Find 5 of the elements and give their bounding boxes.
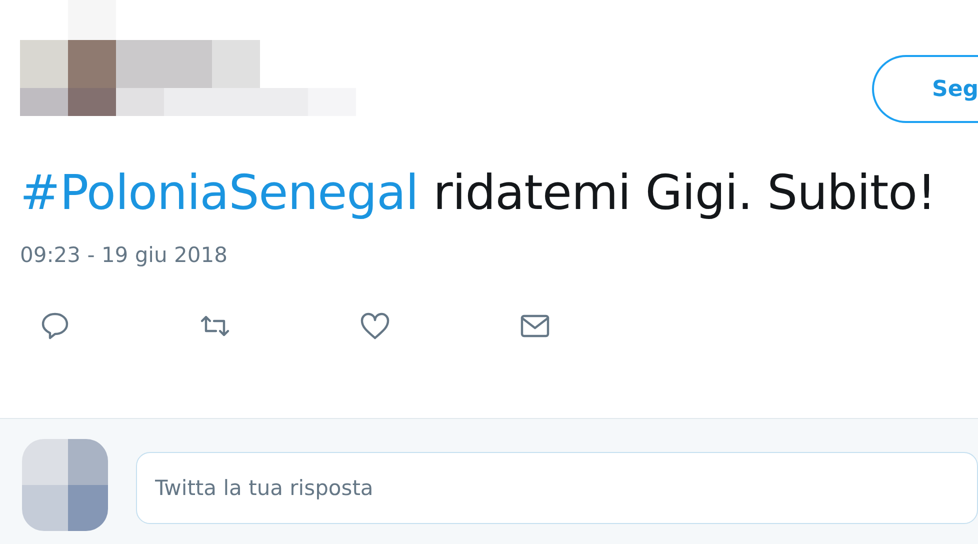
hashtag-link[interactable]: #PoloniaSenegal (20, 165, 418, 221)
tweet-text: #PoloniaSenegal ridatemi Gigi. Subito! (20, 165, 937, 221)
follow-button[interactable]: Seg (872, 55, 978, 123)
reply-field[interactable]: Twitta la tua risposta (136, 452, 978, 524)
tweet-timestamp[interactable]: 09:23 - 19 giu 2018 (20, 243, 228, 267)
